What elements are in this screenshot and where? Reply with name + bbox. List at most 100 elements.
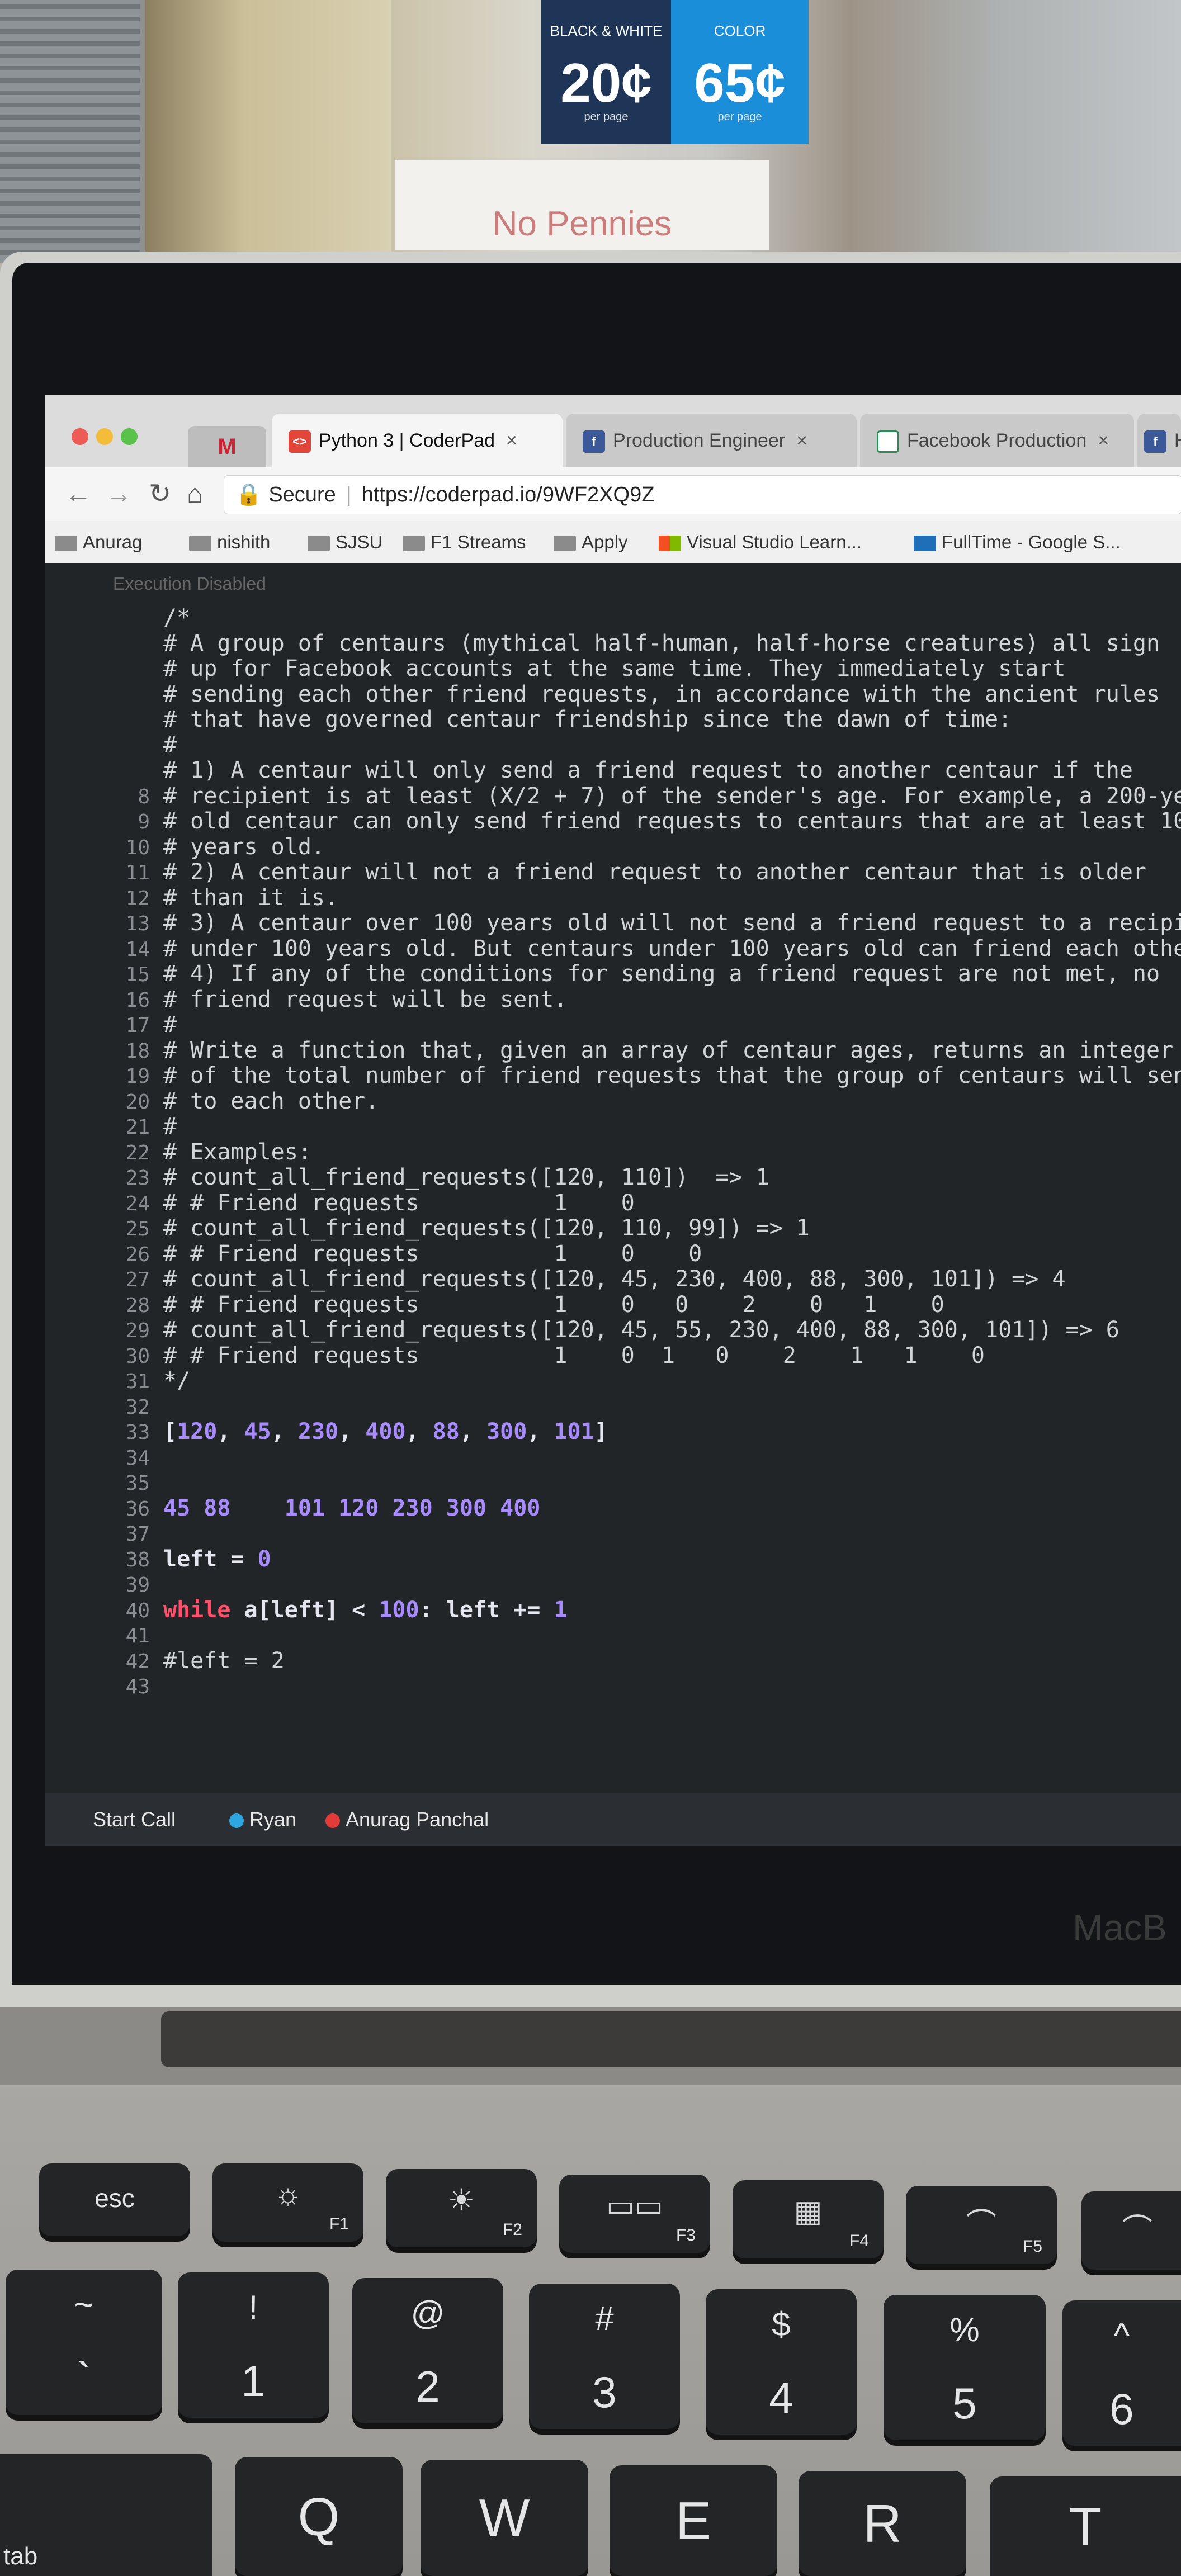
- line-number: 21: [125, 1116, 150, 1139]
- address-bar[interactable]: 🔒 Secure | https://coderpad.io/9WF2XQ9Z: [224, 475, 1181, 514]
- line-number: 18: [125, 1040, 150, 1063]
- key-fn-label: F4: [849, 2232, 869, 2250]
- tab-label: How: [1174, 430, 1181, 451]
- close-window-icon[interactable]: [72, 428, 88, 445]
- line-number: 34: [125, 1447, 150, 1470]
- price-sign-bw: BLACK & WHITE 20¢ per page: [541, 0, 671, 144]
- comment-line: #: [163, 1012, 177, 1038]
- line-number: 37: [125, 1523, 150, 1546]
- tab-facebook-production[interactable]: Facebook Production ×: [860, 414, 1134, 467]
- comment-line: # under 100 years old. But centaurs unde…: [163, 936, 1181, 962]
- key-fn-label: F5: [1022, 2237, 1042, 2256]
- f2-key[interactable]: ☀ F2: [386, 2169, 537, 2247]
- key-t[interactable]: T: [990, 2476, 1181, 2576]
- price-sign-caption: COLOR: [714, 22, 766, 39]
- home-icon[interactable]: ⌂: [187, 479, 203, 510]
- tilde-key[interactable]: ~ `: [6, 2270, 162, 2415]
- price-sign-color: COLOR 65¢ per page: [671, 0, 809, 144]
- no-pennies-sign: No Pennies: [395, 160, 769, 250]
- key-bottom-symbol: 1: [241, 2356, 266, 2405]
- bookmark-anurag[interactable]: Anurag: [55, 528, 142, 557]
- key-q[interactable]: Q: [235, 2457, 403, 2576]
- f6-key[interactable]: ⌒: [1081, 2191, 1181, 2270]
- tab-coderpad[interactable]: <> Python 3 | CoderPad ×: [272, 414, 563, 467]
- line-number: 19: [125, 1065, 150, 1088]
- comment-line: # to each other.: [163, 1088, 379, 1114]
- facebook-icon: f: [583, 430, 605, 453]
- url-text: https://coderpad.io/9WF2XQ9Z: [361, 483, 655, 506]
- f5-key[interactable]: ⌒ F5: [906, 2186, 1057, 2264]
- comment-line: # A group of centaurs (mythical half-hum…: [163, 631, 1160, 656]
- f1-key[interactable]: ☼ F1: [212, 2163, 363, 2242]
- key-letter: W: [479, 2488, 530, 2548]
- back-arrow-icon[interactable]: ←: [65, 479, 92, 510]
- launchpad-icon: ▦: [793, 2195, 823, 2228]
- key-bottom-symbol: `: [77, 2354, 91, 2403]
- fulltime-icon: [914, 536, 936, 552]
- reload-icon[interactable]: ↻: [149, 479, 171, 510]
- key-r[interactable]: R: [799, 2471, 966, 2576]
- line-number: 40: [125, 1599, 150, 1622]
- start-call-button[interactable]: Start Call: [93, 1808, 176, 1831]
- close-icon[interactable]: ×: [796, 430, 807, 451]
- tab-how[interactable]: f How: [1137, 414, 1181, 467]
- comment-line: # # Friend requests 1 0 1 0 2 1 1 0: [163, 1343, 985, 1368]
- bookmark-sjsu[interactable]: SJSU: [308, 528, 382, 557]
- key-label: esc: [95, 2184, 135, 2213]
- tab-key[interactable]: tab: [0, 2454, 212, 2576]
- bookmark-fulltime[interactable]: FullTime - Google S...: [914, 528, 1121, 557]
- zoom-window-icon[interactable]: [121, 428, 138, 445]
- bookmark-visual-studio[interactable]: Visual Studio Learn...: [659, 528, 862, 557]
- close-icon[interactable]: ×: [506, 430, 517, 451]
- key-2[interactable]: @2: [352, 2278, 503, 2423]
- f4-key[interactable]: ▦ F4: [733, 2180, 884, 2258]
- comment-line: # up for Facebook accounts at the same t…: [163, 656, 1066, 681]
- bookmark-f1-streams[interactable]: F1 Streams: [403, 528, 526, 557]
- browser-tab-bar: M <> Python 3 | CoderPad × f Production Eng…: [45, 395, 1181, 467]
- bookmark-label: SJSU: [336, 532, 383, 552]
- code-editor[interactable]: Execution Disabled /* # A group of centau…: [45, 564, 1181, 1793]
- line-number: 16: [125, 989, 150, 1012]
- hinge-bar: [161, 2011, 1181, 2067]
- keyboard-light-up-icon: ⌒: [1122, 2213, 1152, 2247]
- line-number: 24: [125, 1192, 150, 1215]
- forward-arrow-icon[interactable]: →: [105, 479, 132, 510]
- comment-line: # 1) A centaur will only send a friend r…: [163, 757, 1133, 783]
- comment-line: # count_all_friend_requests([120, 110, 9…: [163, 1215, 810, 1241]
- key-fn-label: F3: [675, 2226, 696, 2244]
- key-5[interactable]: % 5: [884, 2295, 1046, 2440]
- tab-gmail[interactable]: M: [188, 426, 266, 467]
- tab-production-engineer[interactable]: f Production Engineer ×: [566, 414, 857, 467]
- bookmark-apply[interactable]: Apply: [554, 528, 628, 557]
- key-e[interactable]: E: [610, 2465, 777, 2576]
- key-4[interactable]: $4: [706, 2289, 857, 2435]
- line-number: 31: [125, 1370, 150, 1393]
- participant-ryan: Ryan: [229, 1808, 296, 1831]
- bookmark-label: F1 Streams: [431, 532, 526, 552]
- key-1[interactable]: ! 1: [178, 2272, 329, 2418]
- key-bottom-symbol: 2: [415, 2362, 440, 2411]
- line-number: 26: [125, 1243, 150, 1266]
- key-top-symbol: ^: [1113, 2317, 1130, 2354]
- line-number: 30: [125, 1345, 150, 1368]
- bookmark-nishith[interactable]: nishith: [189, 528, 270, 557]
- line-number: 12: [125, 887, 150, 910]
- comment-line: #left = 2: [163, 1648, 285, 1674]
- esc-key[interactable]: esc: [39, 2163, 190, 2236]
- key-bottom-symbol: 5: [952, 2379, 977, 2428]
- line-number: 15: [125, 963, 150, 986]
- folder-icon: [308, 536, 330, 552]
- f3-key[interactable]: ▭▭ F3: [559, 2175, 710, 2253]
- minimize-window-icon[interactable]: [96, 428, 113, 445]
- tab-label: Facebook Production: [907, 430, 1087, 451]
- line-number: 17: [125, 1014, 150, 1037]
- comment-line: # Examples:: [163, 1139, 311, 1165]
- key-fn-label: F1: [329, 2215, 349, 2233]
- key-3[interactable]: #3: [529, 2284, 680, 2429]
- key-6[interactable]: ^ 6: [1062, 2300, 1181, 2446]
- key-w[interactable]: W: [421, 2460, 588, 2576]
- document-icon: [877, 430, 899, 453]
- tab-label: Production Engineer: [613, 430, 786, 451]
- lock-icon: 🔒: [235, 483, 262, 506]
- close-icon[interactable]: ×: [1098, 430, 1109, 451]
